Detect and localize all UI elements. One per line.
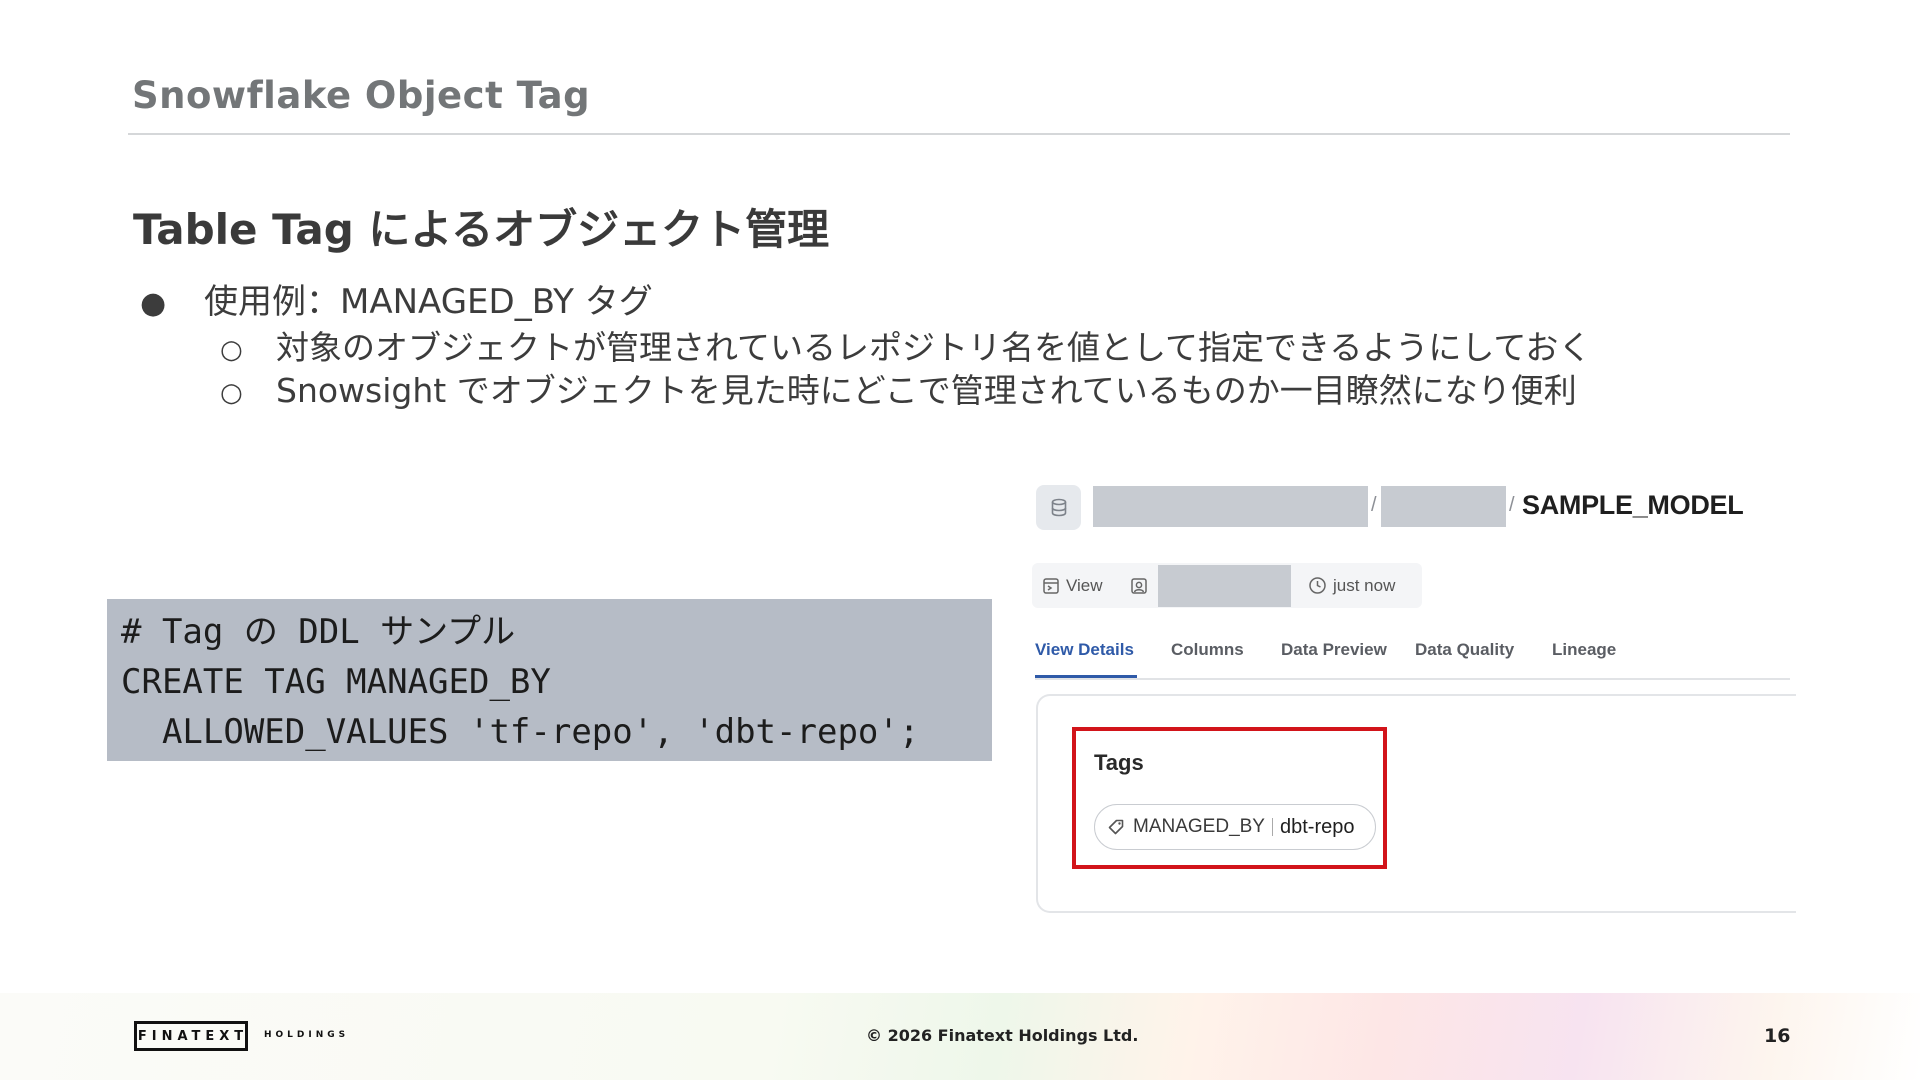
- object-name: SAMPLE_MODEL: [1522, 490, 1744, 520]
- clock-icon: [1309, 577, 1326, 594]
- header-title: Snowflake Object Tag: [132, 74, 591, 117]
- tag-value: dbt-repo: [1279, 815, 1355, 838]
- object-type: View: [1042, 563, 1103, 608]
- tag-icon: [1108, 819, 1124, 835]
- tab-data-preview[interactable]: Data Preview: [1281, 640, 1387, 660]
- sub-bullet-text: Snowsight でオブジェクトを見た時にどこで管理されているものか一目瞭然に…: [276, 371, 1577, 410]
- active-tab-indicator: [1035, 675, 1137, 678]
- breadcrumb-separator: /: [1371, 494, 1377, 516]
- header-divider: [128, 133, 1790, 135]
- page-number: 16: [1764, 1025, 1791, 1047]
- snowsight-screenshot: / / SAMPLE_MODEL View just now View Deta…: [1030, 480, 1796, 920]
- last-updated-label: just now: [1333, 575, 1396, 595]
- tag-key: MANAGED_BY: [1133, 816, 1265, 837]
- database-icon: [1051, 498, 1066, 516]
- owner[interactable]: [1130, 563, 1154, 608]
- redacted-schema-name: [1381, 486, 1506, 527]
- breadcrumb-separator: /: [1509, 494, 1515, 516]
- code-block: # Tag の DDL サンプル CREATE TAG MANAGED_BY A…: [107, 599, 992, 761]
- tabs-divider: [1035, 678, 1790, 680]
- redacted-database-name: [1093, 486, 1368, 527]
- code-line: CREATE TAG MANAGED_BY: [121, 662, 551, 702]
- last-updated: just now: [1308, 563, 1395, 608]
- sub-bullet-mark: ○: [220, 378, 243, 408]
- sub-bullet-mark: ○: [220, 335, 243, 365]
- tags-heading: Tags: [1094, 750, 1144, 775]
- bullet-mark: ●: [140, 286, 167, 321]
- tab-bar: View Details Columns Data Preview Data Q…: [1035, 640, 1790, 680]
- code-line: # Tag の DDL サンプル: [121, 612, 516, 652]
- tab-columns[interactable]: Columns: [1171, 640, 1244, 660]
- copyright: © 2026 Finatext Holdings Ltd.: [866, 1026, 1139, 1045]
- view-icon: [1043, 577, 1059, 594]
- slide-title: Table Tag によるオブジェクト管理: [133, 205, 830, 254]
- object-type-badge: [1036, 485, 1081, 530]
- tag-chip[interactable]: MANAGED_BY dbt-repo: [1094, 804, 1376, 850]
- object-type-label: View: [1066, 575, 1103, 595]
- company-logo: FINATEXT: [134, 1021, 248, 1051]
- bullet-text: 使用例：MANAGED_BY タグ: [204, 282, 653, 322]
- sub-bullet-text: 対象のオブジェクトが管理されているレポジトリ名を値として指定できるようにしておく: [276, 328, 1592, 367]
- tag-separator: [1271, 818, 1273, 836]
- tab-data-quality[interactable]: Data Quality: [1415, 640, 1514, 660]
- tab-lineage[interactable]: Lineage: [1552, 640, 1616, 660]
- code-line: ALLOWED_VALUES 'tf-repo', 'dbt-repo';: [121, 712, 920, 752]
- company-logo-subtitle: HOLDINGS: [264, 1030, 350, 1040]
- tab-view-details[interactable]: View Details: [1035, 640, 1134, 660]
- redacted-owner-name: [1158, 565, 1291, 607]
- user-icon: [1131, 577, 1147, 594]
